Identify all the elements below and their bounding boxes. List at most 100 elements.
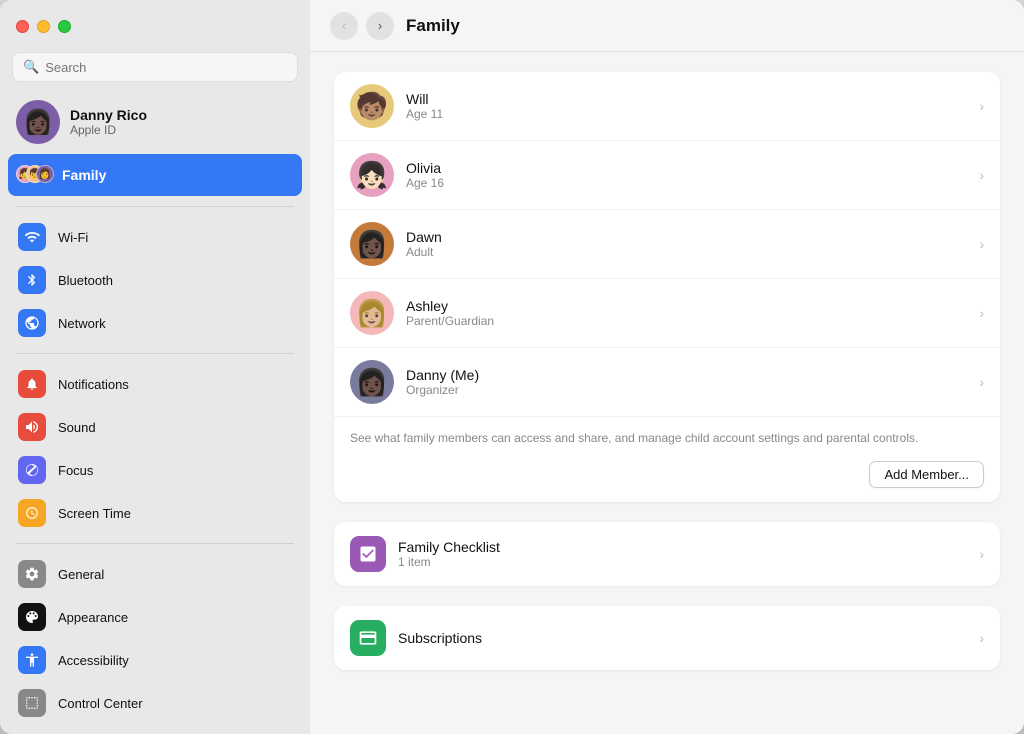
focus-icon: [18, 456, 46, 484]
member-role-ashley: Parent/Guardian: [406, 314, 967, 328]
sidebar-system-section: Notifications Sound Focus Screen Time: [0, 362, 310, 535]
checklist-row[interactable]: Family Checklist 1 item ›: [334, 522, 1000, 586]
table-row[interactable]: 👩🏿 Danny (Me) Organizer ›: [334, 348, 1000, 417]
sidebar-item-sound[interactable]: Sound: [8, 406, 302, 448]
bluetooth-icon: [18, 266, 46, 294]
member-info-dawn: Dawn Adult: [406, 229, 967, 259]
sidebar-network-section: Wi-Fi Bluetooth Network: [0, 215, 310, 345]
member-avatar-danny: 👩🏿: [350, 360, 394, 404]
member-role-dawn: Adult: [406, 245, 967, 259]
sidebar-item-label-wifi: Wi-Fi: [58, 230, 88, 245]
sidebar-item-appearance[interactable]: Appearance: [8, 596, 302, 638]
close-button[interactable]: [16, 20, 29, 33]
page-title: Family: [406, 16, 460, 36]
subscriptions-icon: [350, 620, 386, 656]
subscriptions-card[interactable]: Subscriptions ›: [334, 606, 1000, 670]
sidebar-item-label-focus: Focus: [58, 463, 93, 478]
sidebar-item-label-sound: Sound: [58, 420, 96, 435]
back-button[interactable]: ‹: [330, 12, 358, 40]
chevron-right-icon: ›: [979, 546, 984, 562]
sidebar-item-notifications[interactable]: Notifications: [8, 363, 302, 405]
sidebar-item-network[interactable]: Network: [8, 302, 302, 344]
maximize-button[interactable]: [58, 20, 71, 33]
general-icon: [18, 560, 46, 588]
sidebar-item-label-controlcenter: Control Center: [58, 696, 143, 711]
main-panel: ‹ › Family 🧒🏽 Will Age 11 ›: [310, 0, 1024, 734]
sidebar-item-bluetooth[interactable]: Bluetooth: [8, 259, 302, 301]
chevron-right-icon: ›: [979, 98, 984, 114]
forward-button[interactable]: ›: [366, 12, 394, 40]
add-member-button[interactable]: Add Member...: [869, 461, 984, 488]
family-checklist-card: Family Checklist 1 item ›: [334, 522, 1000, 586]
sidebar: 🔍 👩🏿 Danny Rico Apple ID 👧 👦 👩 F: [0, 0, 310, 734]
search-input[interactable]: [45, 60, 287, 75]
table-row[interactable]: 👩🏼 Ashley Parent/Guardian ›: [334, 279, 1000, 348]
chevron-right-icon: ›: [979, 167, 984, 183]
sidebar-item-screentime[interactable]: Screen Time: [8, 492, 302, 534]
controlcenter-icon: [18, 689, 46, 717]
member-name-ashley: Ashley: [406, 298, 967, 314]
family-description: See what family members can access and s…: [334, 417, 1000, 451]
subscriptions-name: Subscriptions: [398, 630, 967, 646]
user-name: Danny Rico: [70, 107, 147, 123]
member-name-olivia: Olivia: [406, 160, 967, 176]
search-bar[interactable]: 🔍: [12, 52, 298, 82]
chevron-right-icon: ›: [979, 305, 984, 321]
appearance-icon: [18, 603, 46, 631]
main-content: 🧒🏽 Will Age 11 › 👧🏻 Olivia Age 16: [310, 52, 1024, 734]
sidebar-item-focus[interactable]: Focus: [8, 449, 302, 491]
chevron-right-icon: ›: [979, 630, 984, 646]
wifi-icon: [18, 223, 46, 251]
main-titlebar: ‹ › Family: [310, 0, 1024, 52]
family-label: Family: [62, 167, 106, 183]
member-info-ashley: Ashley Parent/Guardian: [406, 298, 967, 328]
sidebar-item-label-appearance: Appearance: [58, 610, 128, 625]
member-info-will: Will Age 11: [406, 91, 967, 121]
screentime-icon: [18, 499, 46, 527]
user-avatar: 👩🏿: [16, 100, 60, 144]
sidebar-item-label-screentime: Screen Time: [58, 506, 131, 521]
member-name-will: Will: [406, 91, 967, 107]
search-icon: 🔍: [23, 59, 39, 75]
titlebar: [0, 0, 310, 52]
member-name-danny: Danny (Me): [406, 367, 967, 383]
sidebar-prefs-section: General Appearance Accessibility Control…: [0, 552, 310, 725]
sidebar-item-family[interactable]: 👧 👦 👩 Family: [8, 154, 302, 196]
network-icon: [18, 309, 46, 337]
sidebar-item-label-accessibility: Accessibility: [58, 653, 129, 668]
chevron-right-icon: ›: [979, 374, 984, 390]
member-avatar-will: 🧒🏽: [350, 84, 394, 128]
minimize-button[interactable]: [37, 20, 50, 33]
sidebar-item-controlcenter[interactable]: Control Center: [8, 682, 302, 724]
member-role-olivia: Age 16: [406, 176, 967, 190]
sidebar-item-general[interactable]: General: [8, 553, 302, 595]
table-row[interactable]: 👩🏿 Dawn Adult ›: [334, 210, 1000, 279]
chevron-right-icon: ›: [979, 236, 984, 252]
sound-icon: [18, 413, 46, 441]
member-avatar-olivia: 👧🏻: [350, 153, 394, 197]
user-info: Danny Rico Apple ID: [70, 107, 147, 137]
table-row[interactable]: 👧🏻 Olivia Age 16 ›: [334, 141, 1000, 210]
sidebar-user-section: 👩🏿 Danny Rico Apple ID 👧 👦 👩 Family: [0, 92, 310, 198]
sidebar-divider-3: [16, 543, 294, 544]
member-avatar-ashley: 👩🏼: [350, 291, 394, 335]
notifications-icon: [18, 370, 46, 398]
accessibility-icon: [18, 646, 46, 674]
member-name-dawn: Dawn: [406, 229, 967, 245]
member-role-danny: Organizer: [406, 383, 967, 397]
member-info-danny: Danny (Me) Organizer: [406, 367, 967, 397]
subscriptions-info: Subscriptions: [398, 630, 967, 646]
sidebar-item-wifi[interactable]: Wi-Fi: [8, 216, 302, 258]
user-row[interactable]: 👩🏿 Danny Rico Apple ID: [8, 92, 302, 152]
member-avatar-dawn: 👩🏿: [350, 222, 394, 266]
user-sub: Apple ID: [70, 123, 147, 137]
family-avatars: 👧 👦 👩: [16, 161, 52, 189]
sidebar-item-label-notifications: Notifications: [58, 377, 129, 392]
checklist-sub: 1 item: [398, 555, 967, 569]
family-members-card: 🧒🏽 Will Age 11 › 👧🏻 Olivia Age 16: [334, 72, 1000, 502]
member-info-olivia: Olivia Age 16: [406, 160, 967, 190]
table-row[interactable]: 🧒🏽 Will Age 11 ›: [334, 72, 1000, 141]
add-member-row: Add Member...: [334, 451, 1000, 502]
sidebar-item-accessibility[interactable]: Accessibility: [8, 639, 302, 681]
sidebar-item-label-general: General: [58, 567, 104, 582]
